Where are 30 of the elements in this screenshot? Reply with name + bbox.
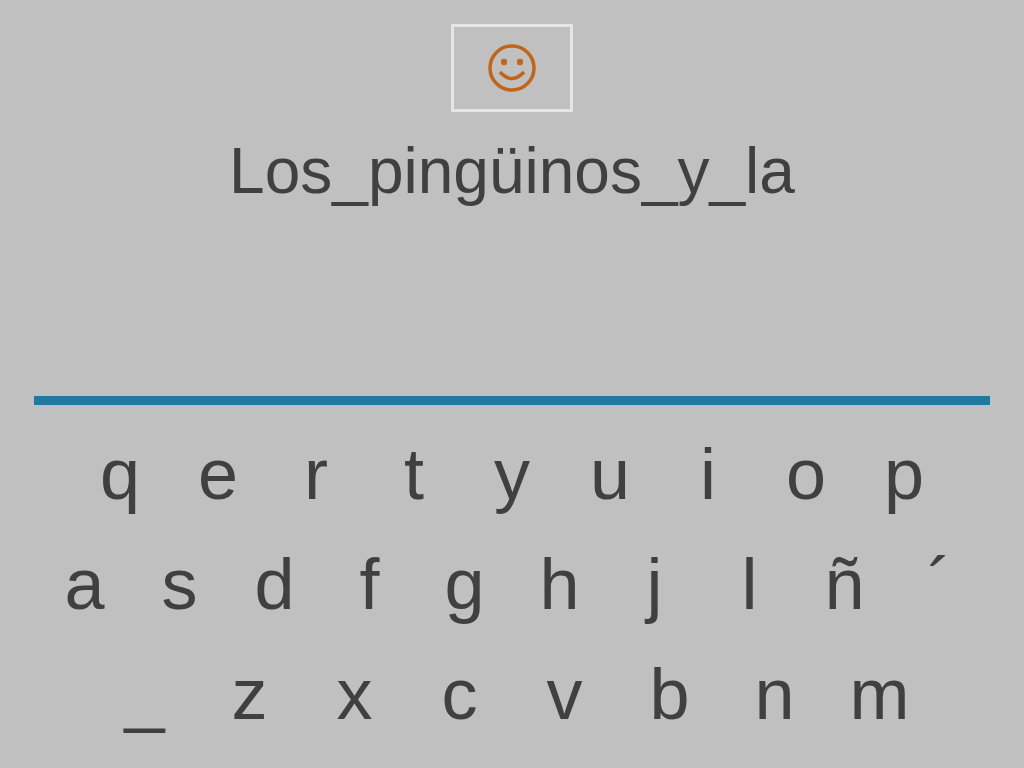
letter-key[interactable]: l bbox=[702, 529, 797, 640]
letter-key[interactable]: _ bbox=[92, 639, 197, 750]
letter-key[interactable]: b bbox=[617, 639, 722, 750]
letter-key[interactable]: s bbox=[132, 529, 227, 640]
letter-key[interactable]: c bbox=[407, 639, 512, 750]
letter-key[interactable]: f bbox=[322, 529, 417, 640]
letter-key[interactable]: u bbox=[561, 419, 659, 530]
letter-key[interactable]: z bbox=[197, 639, 302, 750]
letter-key[interactable]: n bbox=[722, 639, 827, 750]
letter-key[interactable]: m bbox=[827, 639, 932, 750]
smiley-icon bbox=[487, 43, 537, 93]
letter-key[interactable]: r bbox=[267, 419, 365, 530]
letter-key[interactable]: p bbox=[855, 419, 953, 530]
letter-key[interactable]: a bbox=[37, 529, 132, 640]
smiley-button[interactable] bbox=[451, 24, 573, 112]
letter-key[interactable]: h bbox=[512, 529, 607, 640]
letter-key[interactable]: y bbox=[463, 419, 561, 530]
letter-key[interactable]: x bbox=[302, 639, 407, 750]
letter-key[interactable]: ´ bbox=[892, 529, 987, 640]
letter-key[interactable]: q bbox=[71, 419, 169, 530]
letter-key[interactable]: v bbox=[512, 639, 617, 750]
letter-key[interactable]: j bbox=[607, 529, 702, 640]
letter-key[interactable]: d bbox=[227, 529, 322, 640]
letter-key[interactable]: i bbox=[659, 419, 757, 530]
letter-key[interactable]: o bbox=[757, 419, 855, 530]
letter-key[interactable]: g bbox=[417, 529, 512, 640]
letter-key[interactable]: e bbox=[169, 419, 267, 530]
word-title: Los_pingüinos_y_la bbox=[229, 136, 795, 207]
letter-key[interactable]: ñ bbox=[797, 529, 892, 640]
letter-key[interactable]: t bbox=[365, 419, 463, 530]
